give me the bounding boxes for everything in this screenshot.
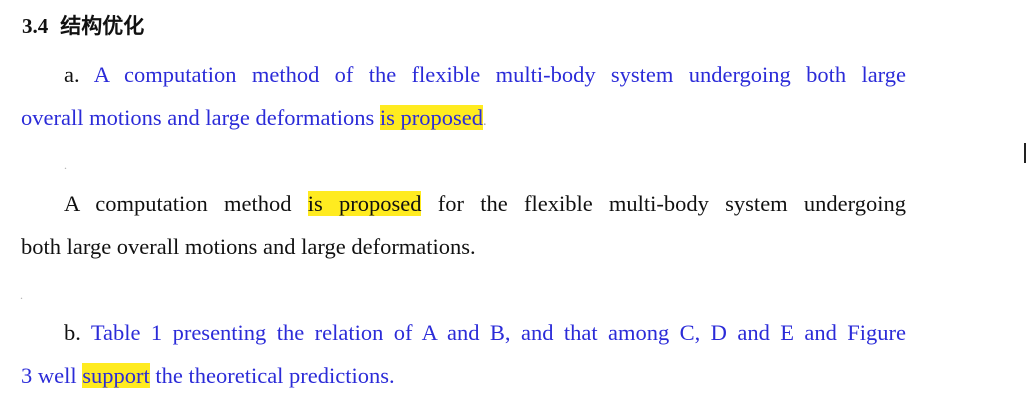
section-number: 3.4 — [22, 14, 49, 38]
revision-a-line-2: both large overall motions and large def… — [21, 233, 476, 261]
example-b-text-1: Table 1 presenting the relation of A and… — [90, 320, 906, 345]
section-heading: 3.4 结构优化 — [22, 10, 144, 40]
example-b-line-1: b. Table 1 presenting the relation of A … — [64, 319, 906, 347]
example-b-line-2: 3 well support the theoretical predictio… — [21, 362, 395, 390]
paragraph-mark: . — [64, 158, 67, 172]
example-a-label: a. — [64, 62, 80, 87]
example-a-text-2: overall motions and large deformations — [21, 105, 380, 130]
section-title: 结构优化 — [60, 14, 145, 38]
example-b-label: b. — [64, 320, 81, 345]
example-b-text-2: 3 well — [21, 363, 83, 388]
example-a-line-2: overall motions and large deformations i… — [21, 104, 487, 136]
text-cursor-icon — [1024, 143, 1026, 163]
example-a-highlight: is proposed — [379, 105, 483, 130]
paragraph-mark: . — [20, 288, 23, 302]
example-b-highlight: support — [82, 363, 150, 388]
revision-a-text-2: both large overall motions and large def… — [21, 234, 476, 259]
example-a-end-mark: . — [483, 114, 487, 129]
revision-a-line-1: A computation method is proposed for the… — [64, 190, 906, 218]
example-b-text-3: the theoretical predictions. — [149, 363, 395, 388]
example-a-text-1: A computation method of the flexible mul… — [93, 62, 907, 87]
revision-a-highlight: is proposed — [307, 191, 422, 216]
revision-a-text-1b: for the flexible multi-body system under… — [421, 191, 906, 216]
example-a-line-1: a. A computation method of the flexible … — [64, 61, 906, 89]
revision-a-text-1a: A computation method — [64, 191, 308, 216]
